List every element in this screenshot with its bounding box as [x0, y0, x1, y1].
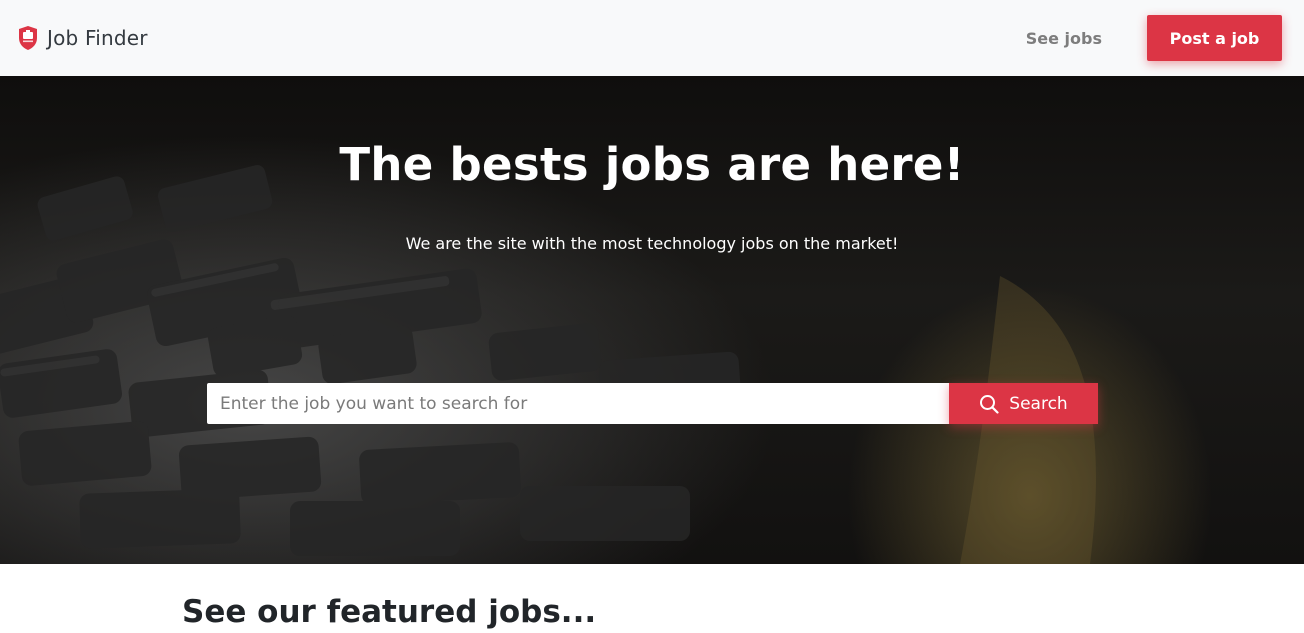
hero-banner: The bests jobs are here! We are the site… [0, 76, 1304, 564]
post-job-button[interactable]: Post a job [1147, 15, 1282, 61]
hero-title: The bests jobs are here! [339, 138, 965, 191]
featured-jobs-heading: See our featured jobs... [182, 594, 597, 630]
navbar: Job Finder See jobs Post a job [0, 0, 1304, 76]
job-search-form: Search [207, 383, 1098, 424]
job-search-input[interactable] [207, 383, 949, 424]
brand-name: Job Finder [47, 26, 148, 50]
nav-links: See jobs Post a job [1026, 15, 1282, 61]
hero-subtitle: We are the site with the most technology… [405, 234, 899, 253]
brand-link[interactable]: Job Finder [18, 25, 148, 51]
search-button-label: Search [1009, 393, 1068, 414]
shield-icon [19, 26, 37, 50]
search-button[interactable]: Search [949, 383, 1098, 424]
see-jobs-link[interactable]: See jobs [1026, 29, 1102, 48]
search-icon [980, 394, 999, 414]
